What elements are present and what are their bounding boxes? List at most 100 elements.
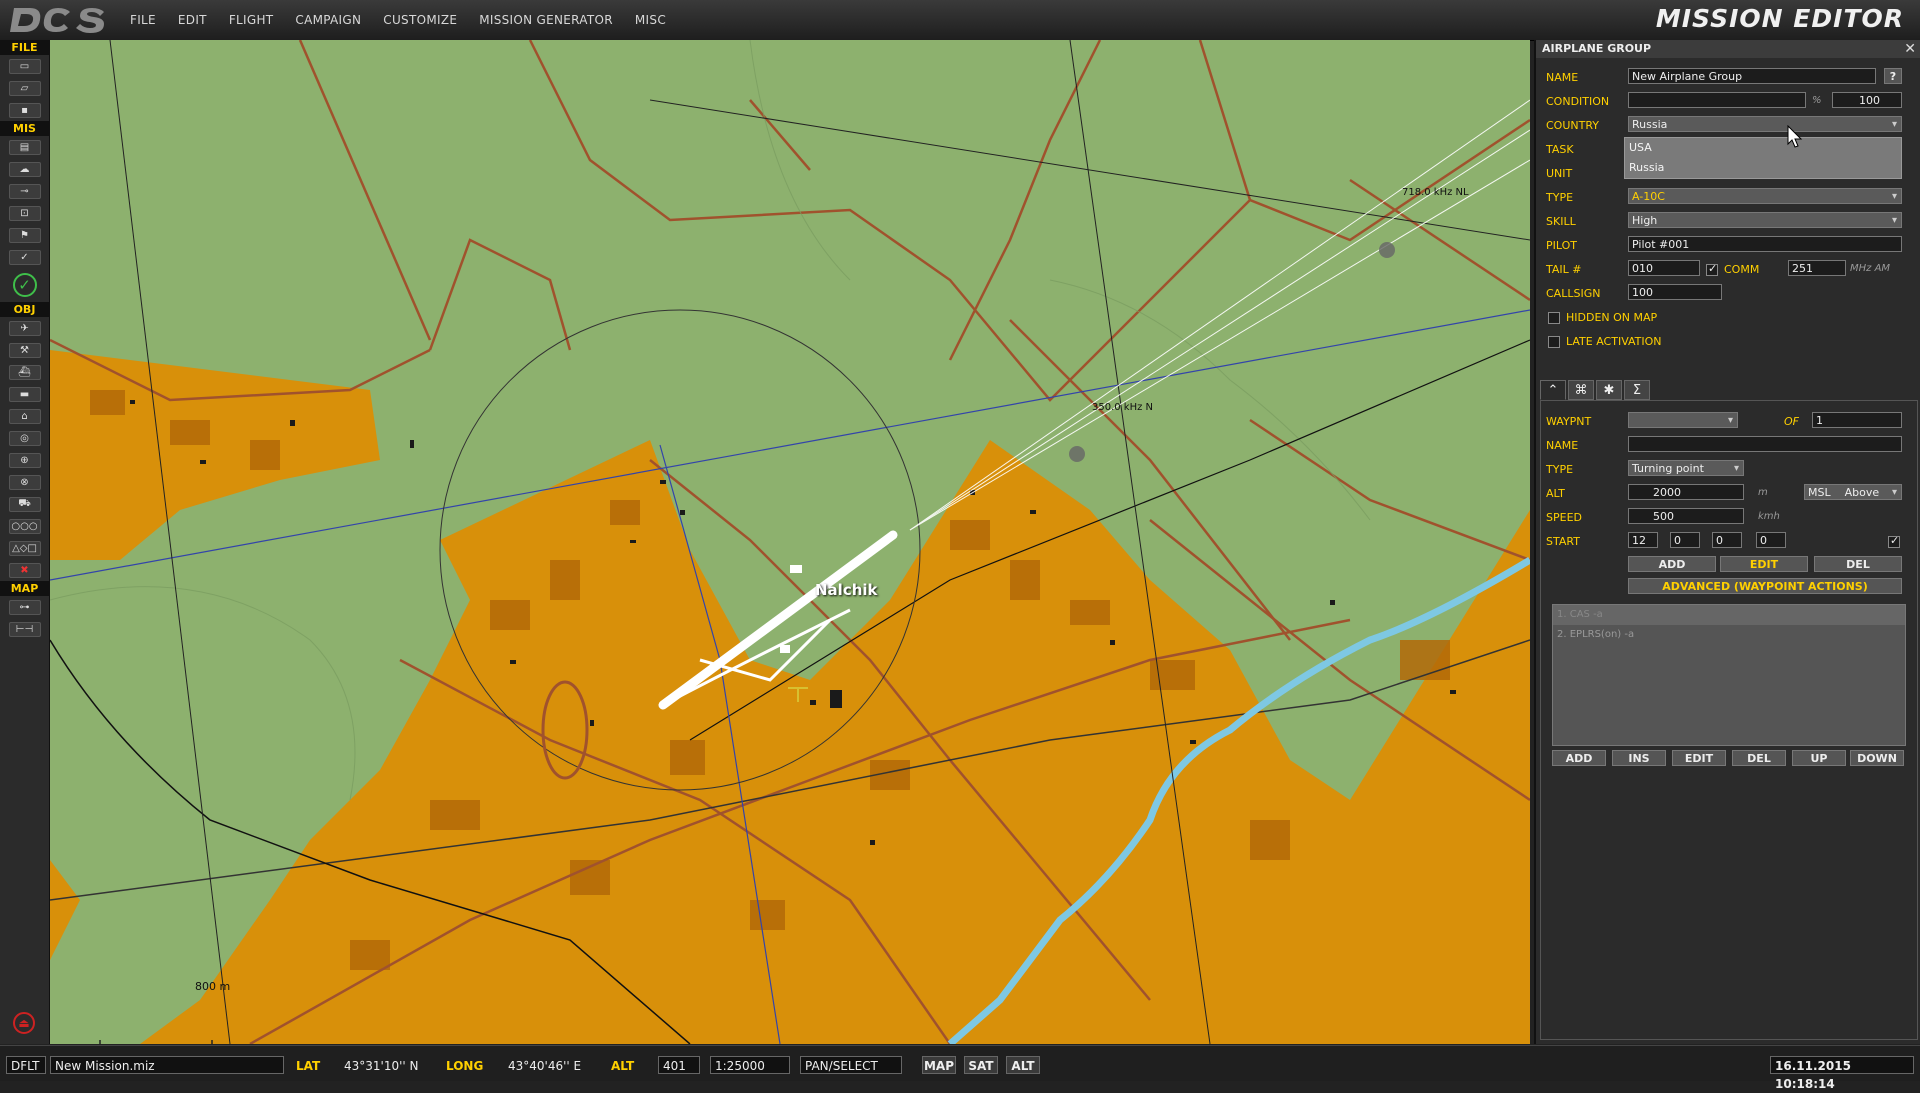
- start-hours[interactable]: 12: [1628, 532, 1658, 548]
- map-mode-button[interactable]: MAP: [922, 1056, 956, 1074]
- goals-tool[interactable]: ⊡: [0, 202, 49, 224]
- briefing-tool[interactable]: ▤: [0, 136, 49, 158]
- altitude-stepper[interactable]: 2000: [1628, 484, 1744, 500]
- menu-edit[interactable]: EDIT: [178, 13, 207, 27]
- mouse-cursor-icon: [1787, 125, 1803, 148]
- close-icon[interactable]: ✕: [1904, 40, 1916, 58]
- scale-field[interactable]: 1:25000: [710, 1056, 790, 1074]
- map-view[interactable]: Nalchik 718.0 kHz NL 350.0 kHz N 800 m: [50, 40, 1530, 1044]
- tanker-tool[interactable]: ⛟: [0, 493, 49, 515]
- tab-summary[interactable]: Σ: [1624, 380, 1650, 400]
- airplane-tool[interactable]: ✈: [0, 317, 49, 339]
- navpoint-tool[interactable]: ⊗: [0, 471, 49, 493]
- payload-icon: ⌘: [1574, 382, 1588, 398]
- waypoint-type-select[interactable]: Turning point: [1628, 460, 1744, 476]
- start-days[interactable]: 0: [1756, 532, 1786, 548]
- triggers-tool[interactable]: ⊸: [0, 180, 49, 202]
- waypoint-row: WAYPNT OF 1: [1536, 412, 1920, 432]
- altitude-reference-select[interactable]: MSL Above: [1804, 484, 1902, 500]
- tab-route[interactable]: ⌃: [1540, 380, 1566, 400]
- waypoint-name-input[interactable]: [1628, 436, 1902, 452]
- action-item[interactable]: 2. EPLRS(on) -a: [1553, 625, 1905, 645]
- country-row: COUNTRY Russia: [1536, 116, 1920, 136]
- country-option-usa[interactable]: USA: [1625, 138, 1901, 158]
- map-options-tool[interactable]: ⊶: [0, 596, 49, 618]
- menu-file[interactable]: FILE: [130, 13, 156, 27]
- dflt-button[interactable]: DFLT: [6, 1056, 46, 1074]
- group-tool[interactable]: ○○○: [0, 515, 49, 537]
- condition-input[interactable]: [1628, 92, 1806, 108]
- sat-mode-button[interactable]: SAT: [964, 1056, 998, 1074]
- action-del-button[interactable]: DEL: [1732, 750, 1786, 766]
- pilot-input[interactable]: Pilot #001: [1628, 236, 1902, 252]
- speed-stepper[interactable]: 500: [1628, 508, 1744, 524]
- country-select[interactable]: Russia: [1628, 116, 1902, 132]
- wp-del-button[interactable]: DEL: [1814, 556, 1902, 572]
- delete-tool[interactable]: ✖: [0, 559, 49, 581]
- wp-speed-row: SPEED 500 kmh: [1536, 508, 1920, 528]
- template-tool[interactable]: ⊕: [0, 449, 49, 471]
- helicopter-tool[interactable]: ⚒: [0, 339, 49, 361]
- ruler-tool[interactable]: ⊢⊣: [0, 618, 49, 640]
- aircraft-type-select[interactable]: A-10C: [1628, 188, 1902, 204]
- action-edit-button[interactable]: EDIT: [1672, 750, 1726, 766]
- help-button[interactable]: ?: [1884, 68, 1902, 84]
- action-ins-button[interactable]: INS: [1612, 750, 1666, 766]
- zone-tool[interactable]: ◎: [0, 427, 49, 449]
- start-minutes[interactable]: 0: [1670, 532, 1700, 548]
- long-label: LONG: [446, 1059, 484, 1073]
- beacon-nl: [1379, 242, 1395, 258]
- shapes-tool[interactable]: △◇□: [0, 537, 49, 559]
- menu-flight[interactable]: FLIGHT: [229, 13, 274, 27]
- tail-number-input[interactable]: 010: [1628, 260, 1700, 276]
- ship-tool[interactable]: ⛴: [0, 361, 49, 383]
- callsign-input[interactable]: 100: [1628, 284, 1722, 300]
- wp-alt-row: ALT 2000 m MSL Above: [1536, 484, 1920, 504]
- comm-frequency-input[interactable]: 251: [1788, 260, 1846, 276]
- start-seconds[interactable]: 0: [1712, 532, 1742, 548]
- advanced-actions-button[interactable]: ADVANCED (WAYPOINT ACTIONS): [1628, 578, 1902, 594]
- map-canvas[interactable]: [50, 40, 1530, 1044]
- condition-stepper[interactable]: 100: [1832, 92, 1902, 108]
- tab-properties[interactable]: ✱: [1596, 380, 1622, 400]
- save-file-tool[interactable]: ▪: [0, 99, 49, 121]
- exit-button[interactable]: ⏏: [13, 1012, 35, 1034]
- fly-mission-tool[interactable]: ✓: [0, 268, 49, 302]
- alt-mode-button[interactable]: ALT: [1006, 1056, 1040, 1074]
- check-tool[interactable]: ✓: [0, 246, 49, 268]
- wp-add-button[interactable]: ADD: [1628, 556, 1716, 572]
- country-option-russia[interactable]: Russia: [1625, 158, 1901, 178]
- skill-select[interactable]: High: [1628, 212, 1902, 228]
- waypoint-select[interactable]: [1628, 412, 1738, 428]
- menu-misc[interactable]: MISC: [635, 13, 666, 27]
- group-name-input[interactable]: New Airplane Group: [1628, 68, 1876, 84]
- action-up-button[interactable]: UP: [1792, 750, 1846, 766]
- static-tool[interactable]: ⌂: [0, 405, 49, 427]
- menu-mission-generator[interactable]: MISSION GENERATOR: [479, 13, 613, 27]
- flag-tool[interactable]: ⚑: [0, 224, 49, 246]
- country-label: COUNTRY: [1546, 119, 1599, 132]
- menu-campaign[interactable]: CAMPAIGN: [295, 13, 361, 27]
- tab-payload[interactable]: ⌘: [1568, 380, 1594, 400]
- country-dropdown-list[interactable]: USA Russia: [1624, 137, 1902, 179]
- new-file-tool[interactable]: ▭: [0, 55, 49, 77]
- shapes-icon: △◇□: [8, 540, 41, 556]
- action-item[interactable]: 1. CAS -a: [1553, 605, 1905, 625]
- action-add-button[interactable]: ADD: [1552, 750, 1606, 766]
- fly-check-icon: ✓: [12, 273, 37, 297]
- weather-tool[interactable]: ☁: [0, 158, 49, 180]
- action-down-button[interactable]: DOWN: [1850, 750, 1904, 766]
- menu-customize[interactable]: CUSTOMIZE: [383, 13, 457, 27]
- wp-speed-label: SPEED: [1546, 511, 1582, 524]
- open-file-tool[interactable]: ▱: [0, 77, 49, 99]
- vehicle-tool[interactable]: ▬: [0, 383, 49, 405]
- start-checkbox[interactable]: [1888, 534, 1900, 548]
- type-row: TYPE A-10C: [1536, 188, 1920, 208]
- hidden-on-map-checkbox[interactable]: [1548, 312, 1560, 324]
- actions-list[interactable]: 1. CAS -a 2. EPLRS(on) -a: [1552, 604, 1906, 746]
- comm-checkbox[interactable]: [1706, 262, 1718, 276]
- main-menu: FILE EDIT FLIGHT CAMPAIGN CUSTOMIZE MISS…: [130, 0, 688, 40]
- wp-edit-button[interactable]: EDIT: [1720, 556, 1808, 572]
- late-activation-checkbox[interactable]: [1548, 336, 1560, 348]
- zone-icon: ◎: [8, 430, 41, 446]
